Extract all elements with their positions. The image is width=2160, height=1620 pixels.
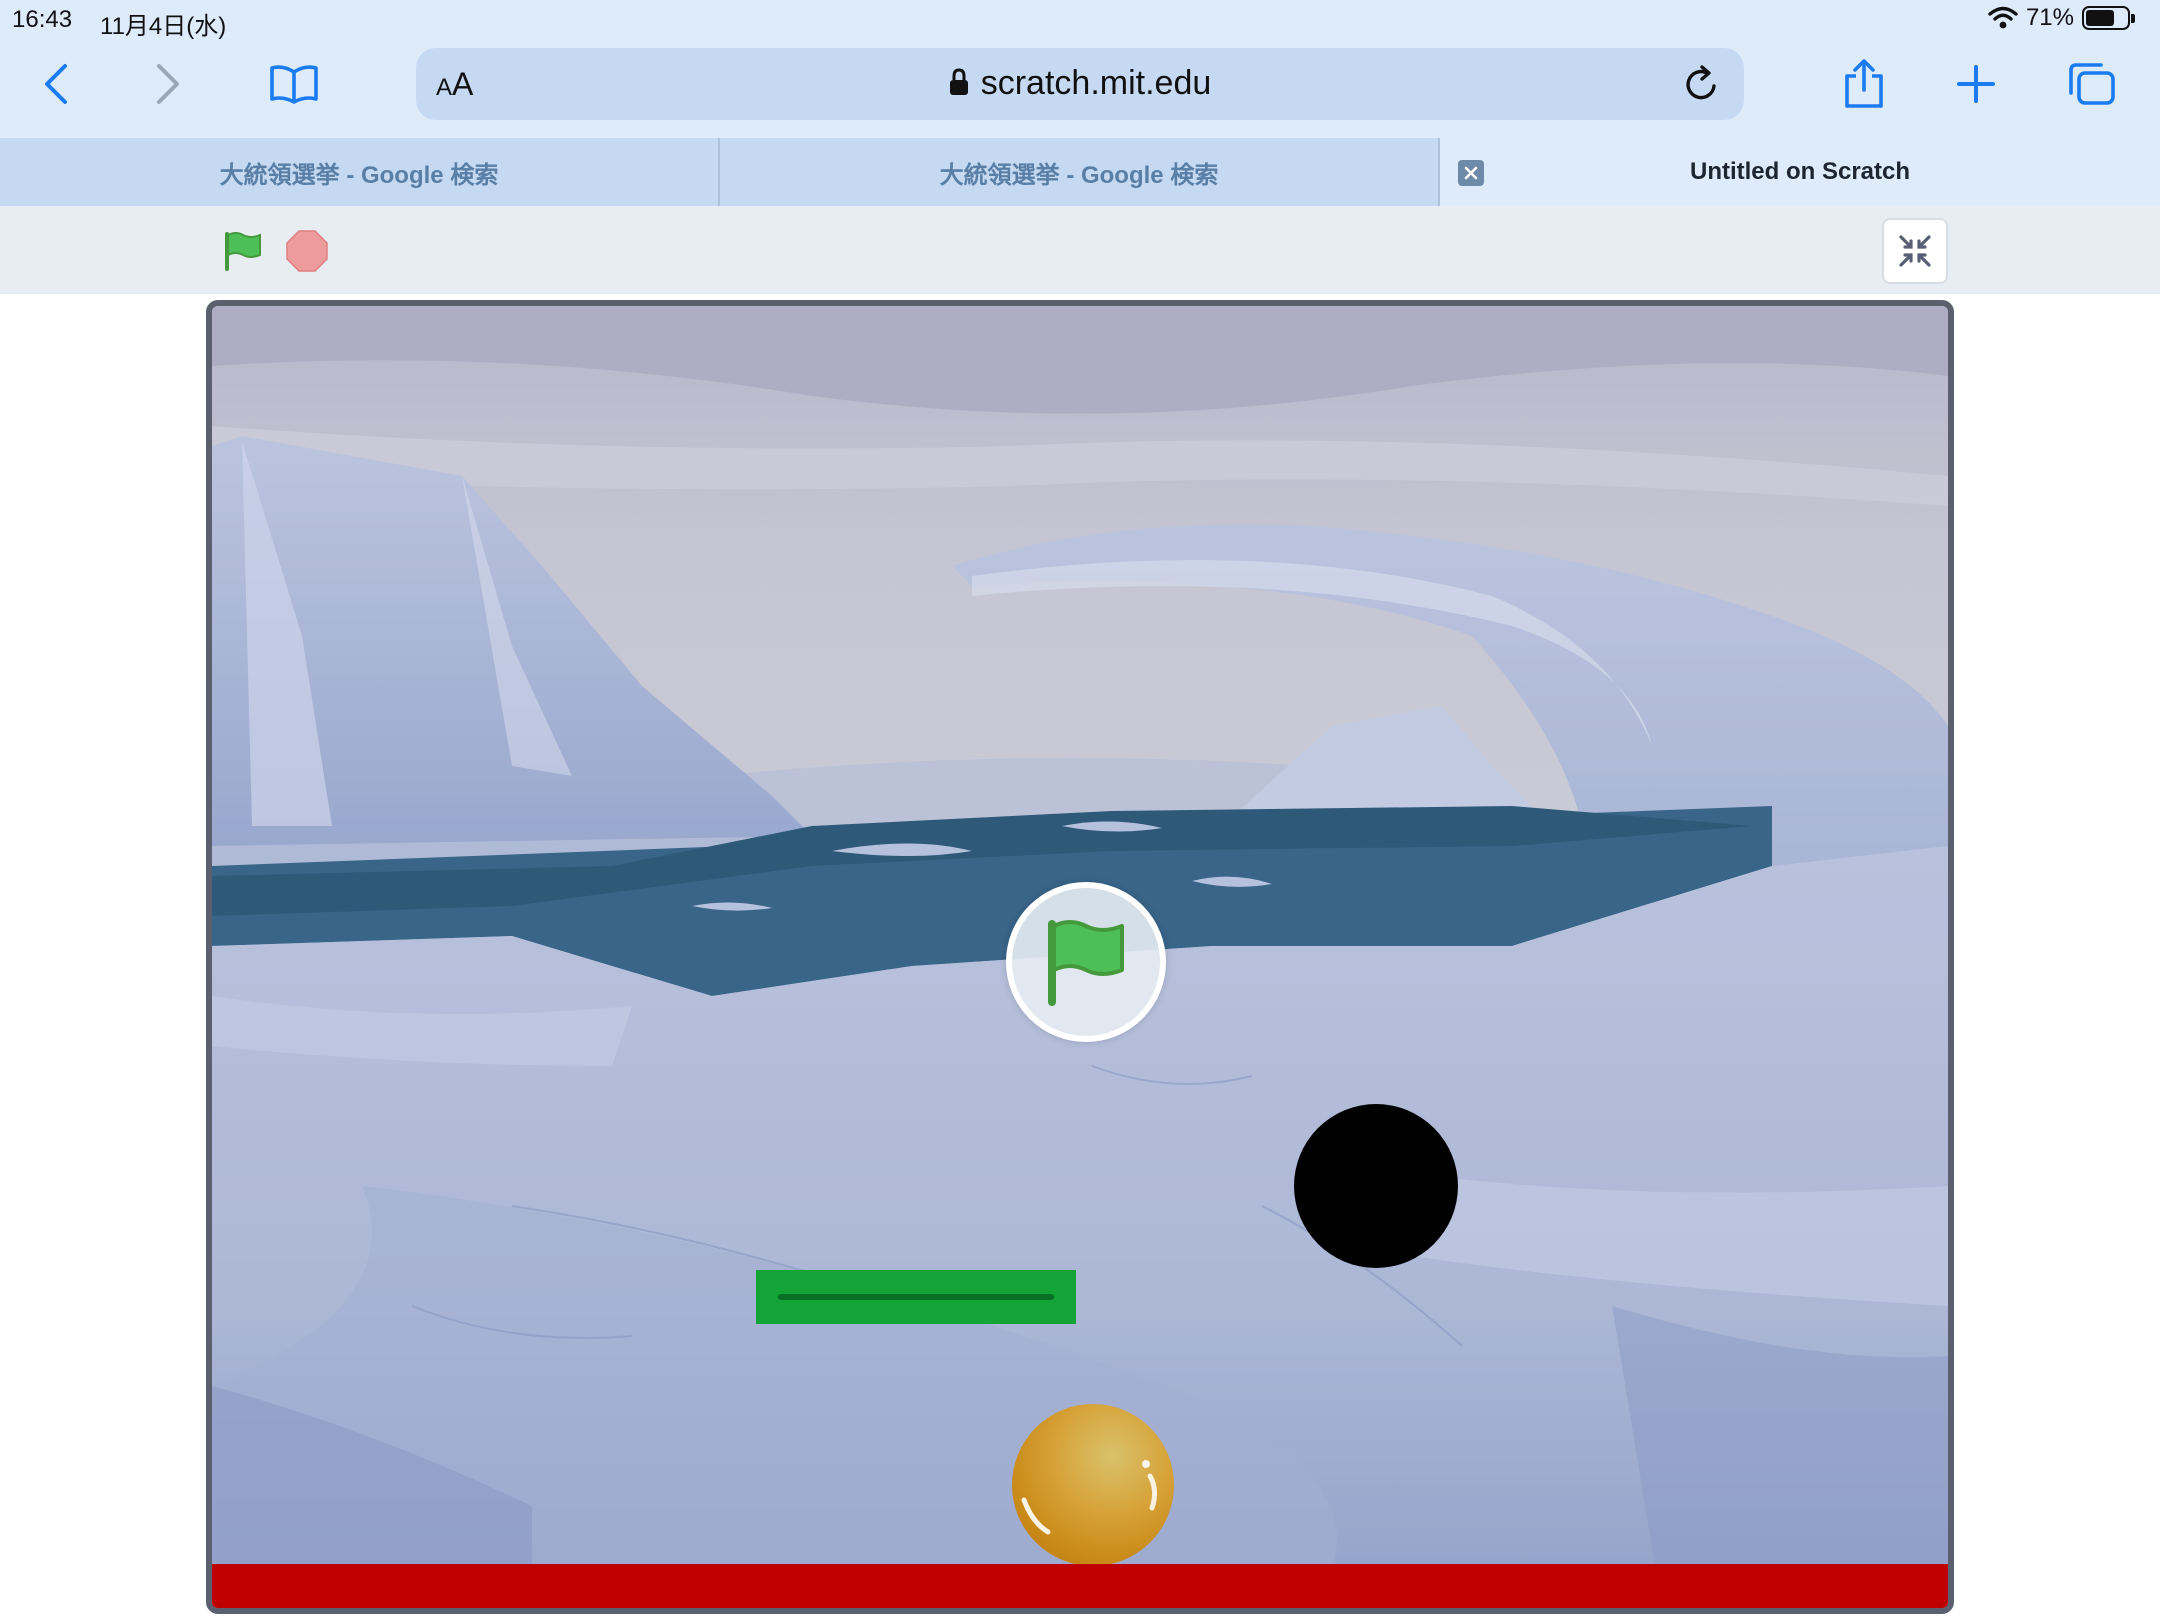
bookmarks-icon	[270, 65, 318, 104]
floor-bar-sprite	[212, 1564, 1948, 1608]
share-button[interactable]	[1832, 52, 1896, 116]
tabs-icon	[2069, 63, 2115, 105]
close-icon	[1464, 166, 1478, 180]
share-icon	[1845, 59, 1883, 108]
back-icon	[45, 64, 67, 104]
address-bar[interactable]: AA scratch.mit.edu	[416, 48, 1744, 120]
battery-percent: 71%	[2025, 4, 2074, 31]
green-flag-icon	[225, 232, 261, 271]
plus-icon	[1957, 65, 1995, 103]
tab-scratch[interactable]: Untitled on Scratch	[1440, 138, 2160, 206]
url-display[interactable]: scratch.mit.edu	[416, 64, 1744, 103]
stop-button[interactable]	[284, 228, 330, 274]
tab-strip: 大統領選挙 - Google 検索 大統領選挙 - Google 検索 Unti…	[0, 138, 2160, 206]
green-flag-overlay-button[interactable]	[1006, 882, 1166, 1042]
close-tab-icon[interactable]	[1458, 160, 1484, 186]
black-ball-sprite	[1294, 1104, 1458, 1268]
battery-fill	[2086, 10, 2115, 26]
tab-title: 大統領選挙 - Google 検索	[219, 161, 499, 189]
unfullscreen-icon	[1899, 235, 1931, 267]
golden-ball-sprite	[1012, 1404, 1174, 1566]
tab-title: Untitled on Scratch	[1689, 158, 1911, 185]
tab-google-search-2[interactable]: 大統領選挙 - Google 検索	[720, 138, 1440, 206]
ball-shine-icon	[1021, 1460, 1158, 1535]
status-date: 11月4日(水)	[100, 13, 227, 40]
stop-icon	[286, 230, 328, 272]
back-button[interactable]	[24, 52, 88, 116]
tab-title: 大統領選挙 - Google 検索	[939, 161, 1219, 189]
green-flag-icon	[1048, 920, 1124, 1006]
green-flag-button[interactable]	[220, 228, 266, 274]
reload-button[interactable]	[1680, 62, 1724, 106]
status-time: 16:43	[12, 6, 73, 33]
new-tab-button[interactable]	[1944, 52, 2008, 116]
reload-icon	[1686, 65, 1716, 100]
tab-overview-button[interactable]	[2060, 52, 2124, 116]
status-indicators: 71%	[1988, 4, 2135, 32]
lock-icon	[949, 68, 968, 95]
exit-fullscreen-button[interactable]	[1882, 218, 1948, 284]
browser-chrome: 16:43 11月4日(水) 71% AA scratch.mit.edu	[0, 0, 2160, 138]
player-controls	[0, 206, 2160, 294]
url-text: scratch.mit.edu	[980, 64, 1212, 102]
forward-icon	[157, 64, 179, 104]
status-bar: 16:43 11月4日(水) 71%	[0, 0, 2160, 40]
bookmarks-button[interactable]	[262, 52, 326, 116]
scratch-stage[interactable]	[206, 300, 1954, 1614]
forward-button[interactable]	[136, 52, 200, 116]
tab-google-search-1[interactable]: 大統領選挙 - Google 検索	[0, 138, 720, 206]
wifi-icon	[1988, 6, 2018, 29]
paddle-sprite	[756, 1270, 1076, 1324]
battery-icon	[2082, 6, 2135, 30]
